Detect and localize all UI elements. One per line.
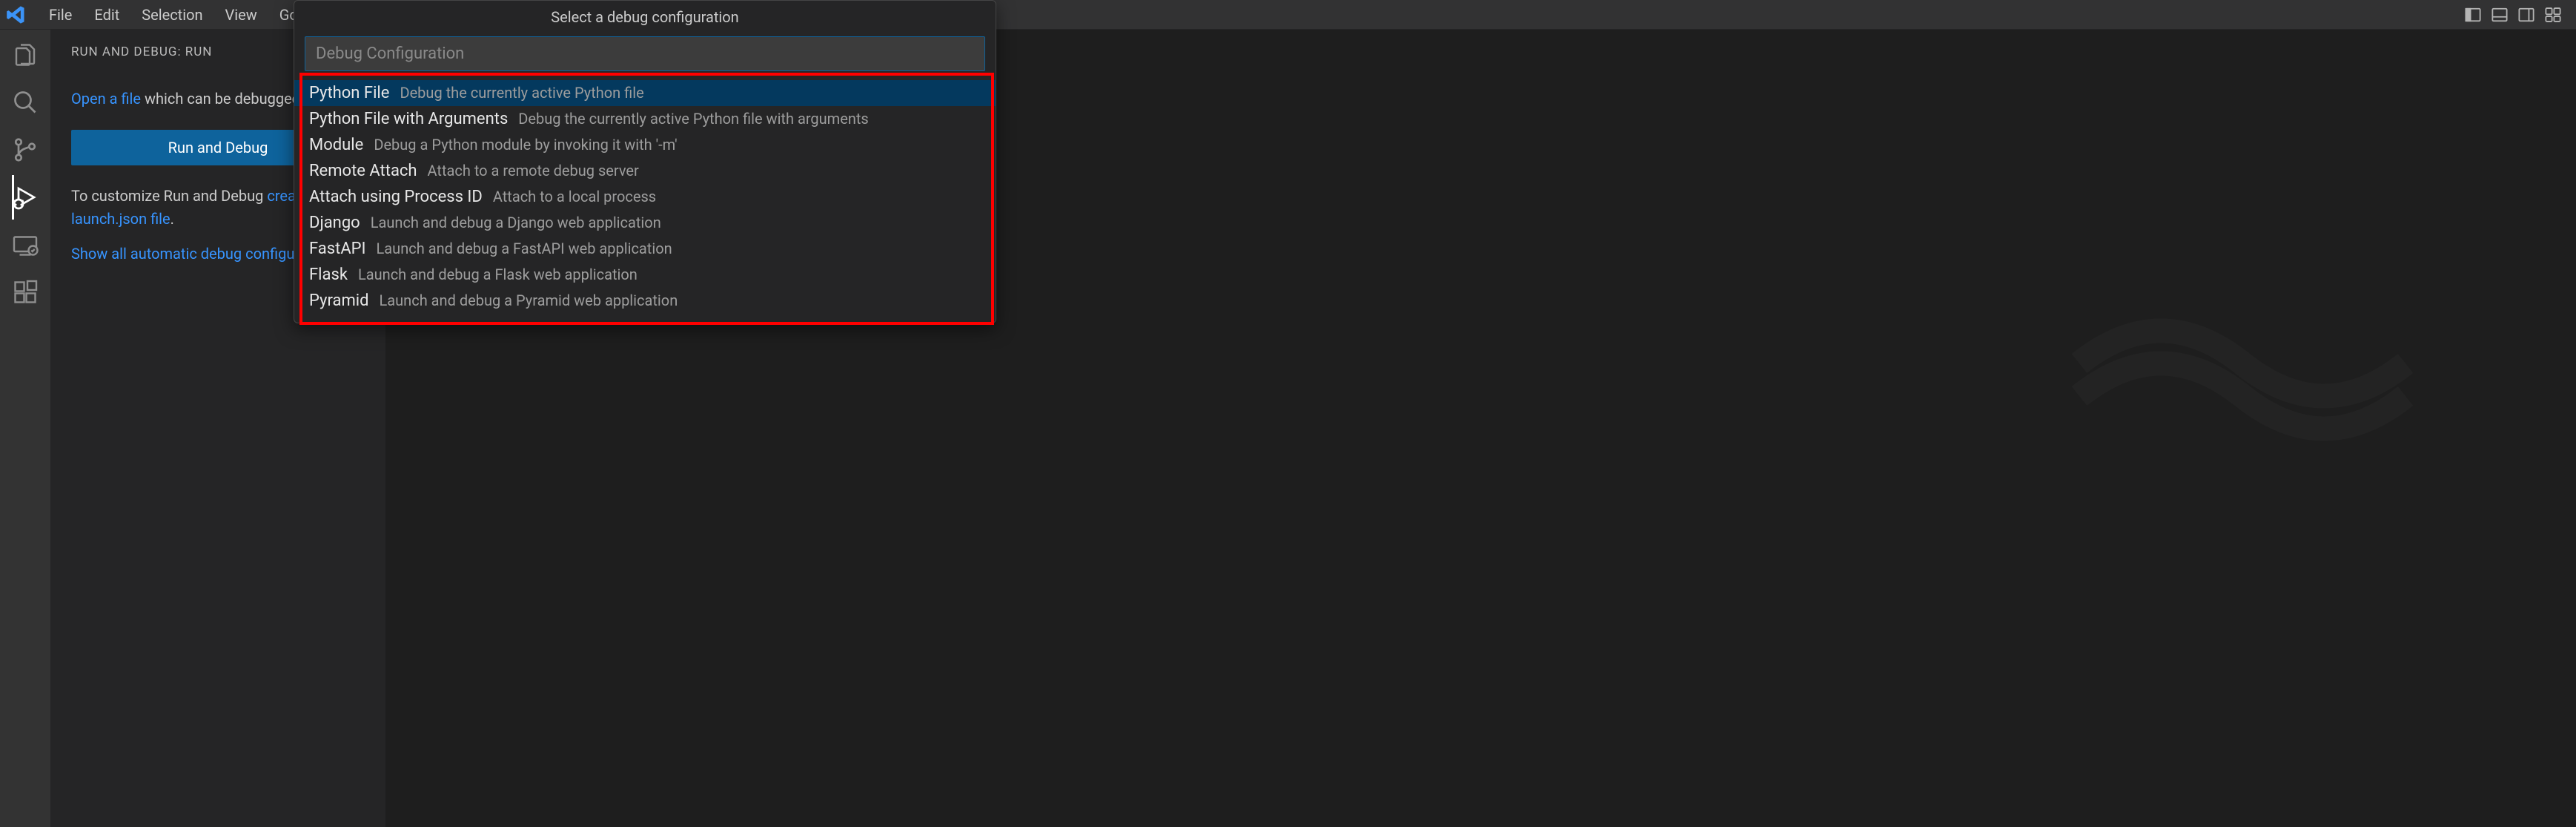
quick-pick-title: Select a debug configuration [294, 1, 996, 30]
activity-bar [0, 30, 50, 827]
menu-view[interactable]: View [215, 1, 268, 28]
quick-pick-item-label: Python File with Arguments [309, 110, 508, 128]
quick-pick-item-description: Debug a Python module by invoking it wit… [374, 136, 677, 154]
quick-pick-item-label: Attach using Process ID [309, 188, 483, 206]
vscode-logo-icon [6, 4, 27, 25]
activity-source-control-icon[interactable] [12, 136, 39, 163]
activity-run-debug-icon[interactable] [12, 184, 39, 211]
layout-panel-left-icon[interactable] [2465, 7, 2481, 23]
quick-pick-item-label: Flask [309, 266, 348, 284]
activity-explorer-icon[interactable] [12, 42, 39, 68]
quick-pick-item[interactable]: Flask Launch and debug a Flask web applic… [294, 262, 996, 288]
quick-pick-item[interactable]: Django Launch and debug a Django web appl… [294, 210, 996, 236]
decorative-background-icon [2057, 282, 2428, 445]
quick-pick-item[interactable]: Python File with Arguments Debug the curr… [294, 106, 996, 132]
layout-panel-bottom-icon[interactable] [2491, 7, 2508, 23]
menu-edit[interactable]: Edit [84, 1, 130, 28]
quick-pick-item-label: Module [309, 136, 363, 154]
layout-customize-icon[interactable] [2545, 7, 2561, 23]
layout-panel-right-icon[interactable] [2518, 7, 2534, 23]
debug-config-quick-pick: Select a debug configuration Python File… [294, 0, 996, 323]
quick-pick-item-label: FastAPI [309, 240, 366, 258]
quick-pick-item[interactable]: Remote Attach Attach to a remote debug se… [294, 158, 996, 184]
open-file-link[interactable]: Open a file [71, 90, 141, 108]
quick-pick-input[interactable] [305, 36, 985, 71]
quick-pick-item-label: Django [309, 214, 360, 232]
customize-pre: To customize Run and Debug [71, 187, 267, 205]
menu-selection[interactable]: Selection [131, 1, 213, 28]
quick-pick-item[interactable]: Module Debug a Python module by invoking … [294, 132, 996, 158]
quick-pick-item-description: Launch and debug a Flask web application [358, 266, 638, 283]
titlebar-layout-controls [2465, 7, 2570, 23]
quick-pick-item-description: Launch and debug a Pyramid web applicati… [380, 291, 678, 309]
quick-pick-item-label: Pyramid [309, 291, 369, 310]
quick-pick-item-description: Launch and debug a Django web applicatio… [371, 214, 661, 231]
quick-pick-item[interactable]: Pyramid Launch and debug a Pyramid web ap… [294, 288, 996, 314]
quick-pick-item-description: Debug the currently active Python file [400, 84, 643, 102]
quick-pick-item[interactable]: Attach using Process ID Attach to a local… [294, 184, 996, 210]
quick-pick-item[interactable]: Python File Debug the currently active Py… [294, 80, 996, 106]
activity-remote-icon[interactable] [12, 231, 39, 258]
menu-file[interactable]: File [39, 1, 82, 28]
quick-pick-item-description: Attach to a local process [493, 188, 656, 205]
activity-search-icon[interactable] [12, 89, 39, 116]
quick-pick-item-description: Launch and debug a FastAPI web applicati… [377, 240, 672, 257]
activity-extensions-icon[interactable] [12, 279, 39, 306]
quick-pick-item-label: Python File [309, 84, 389, 102]
quick-pick-list: Python File Debug the currently active Py… [294, 77, 996, 323]
quick-pick-item-description: Debug the currently active Python file w… [518, 110, 868, 128]
quick-pick-item-description: Attach to a remote debug server [428, 162, 639, 179]
quick-pick-item-label: Remote Attach [309, 162, 417, 180]
customize-post: . [170, 210, 174, 228]
menu-bar: File Edit Selection View Go [39, 1, 308, 28]
quick-pick-item[interactable]: FastAPI Launch and debug a FastAPI web ap… [294, 236, 996, 262]
